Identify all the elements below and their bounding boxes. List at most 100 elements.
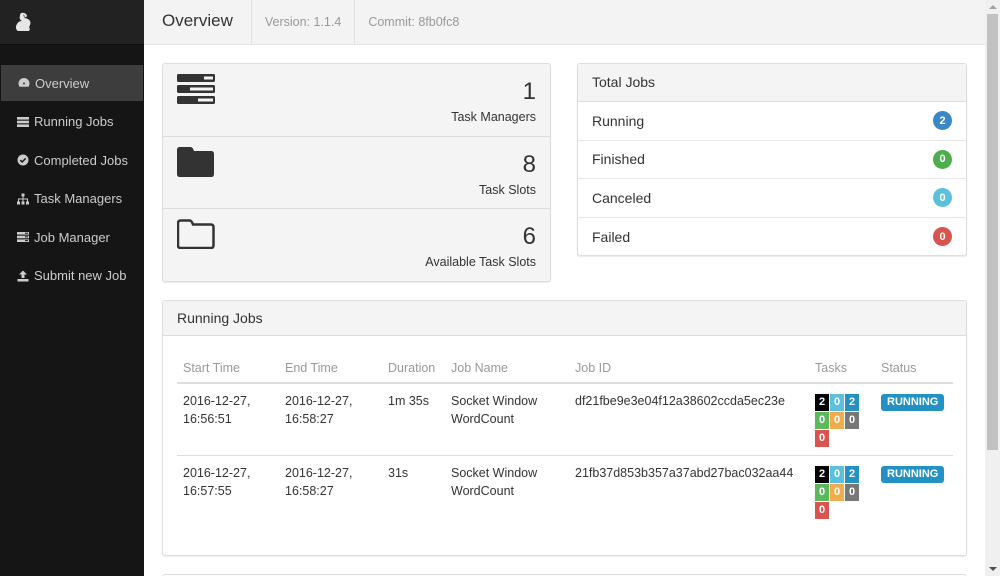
running-jobs-table: Start Time End Time Duration Job Name Jo… (177, 353, 953, 528)
folder-open-icon (177, 219, 215, 249)
column-header-job-name[interactable]: Job Name (445, 353, 569, 384)
status-cell: RUNNING (875, 456, 953, 528)
task-status-grid: 2 0 2 0 0 0 0 (815, 394, 859, 447)
total-jobs-failed: Failed 0 (578, 218, 966, 257)
task-count-running: 2 (845, 466, 859, 483)
end-time-cell: 2016-12-27, 16:58:27 (285, 394, 353, 426)
sidebar-item-running-jobs[interactable]: Running Jobs (0, 104, 144, 140)
status-badge: RUNNING (881, 394, 945, 411)
sidebar-item-task-managers[interactable]: Task Managers (0, 181, 144, 217)
stat-task-slots: 8 Task Slots (163, 137, 550, 209)
task-status-grid: 2 0 2 0 0 0 0 (815, 466, 859, 519)
sidebar-item-submit-new-job[interactable]: Submit new Job (0, 258, 144, 294)
cluster-stats-panel: 1 Task Managers 8 Task Slots 6 Available… (162, 63, 551, 282)
job-name-cell: Socket Window WordCount (451, 394, 538, 426)
flink-squirrel-logo-icon (15, 12, 31, 32)
job-state-label: Finished (592, 151, 645, 168)
sidebar-item-label: Job Manager (34, 229, 110, 245)
task-count-canceling: 0 (830, 484, 844, 501)
brand-logo[interactable] (0, 0, 144, 45)
job-state-label: Running (592, 112, 645, 129)
column-header-end-time[interactable]: End Time (279, 353, 382, 384)
sidebar-item-label: Completed Jobs (34, 152, 128, 168)
sidebar-item-label: Submit new Job (34, 268, 127, 283)
canceled-count-badge: 0 (933, 188, 952, 208)
stat-value: 8 (522, 150, 536, 178)
task-count-canceled: 0 (845, 412, 859, 429)
sitemap-icon (16, 193, 30, 205)
task-count-canceling: 0 (830, 412, 844, 429)
running-count-badge: 2 (933, 111, 952, 131)
dashboard-icon (17, 77, 31, 89)
task-count-total: 2 (815, 466, 829, 483)
sidebar: Overview Running Jobs Completed Jobs Tas… (0, 0, 144, 576)
task-count-failed: 0 (815, 502, 829, 519)
job-id-cell: 21fb37d853b357a37abd27bac032aa44 (575, 466, 794, 480)
commit-label: Commit: 8fb0fc8 (368, 15, 460, 29)
sidebar-nav: Overview Running Jobs Completed Jobs Tas… (0, 65, 144, 294)
job-state-label: Failed (592, 228, 631, 245)
stat-task-managers: 1 Task Managers (163, 64, 550, 137)
status-badge: RUNNING (881, 466, 945, 483)
job-id-cell: df21fbe9e3e04f12a38602ccda5ec23e (575, 394, 785, 408)
duration-cell: 1m 35s (388, 394, 429, 408)
task-count-running: 2 (845, 394, 859, 411)
table-row[interactable]: 2016-12-27, 16:57:55 2016-12-27, 16:58:27 … (177, 456, 953, 528)
total-jobs-panel: Total Jobs Running 2 Finished 0 Canceled… (577, 63, 967, 256)
sidebar-item-overview[interactable]: Overview (1, 65, 143, 101)
sidebar-item-label: Running Jobs (34, 114, 114, 129)
stat-value: 1 (522, 78, 536, 105)
tasks-cell: 2 0 2 0 0 0 0 (809, 383, 875, 456)
tasks-icon (16, 116, 30, 128)
sidebar-item-label: Task Managers (34, 191, 123, 206)
scrollbar-thumb[interactable] (987, 14, 998, 450)
stat-label: Task Managers (451, 110, 536, 124)
end-time-cell: 2016-12-27, 16:58:27 (285, 466, 353, 498)
scroll-up-arrow-icon[interactable] (989, 5, 997, 9)
column-header-job-id[interactable]: Job ID (569, 353, 809, 384)
running-jobs-title: Running Jobs (163, 301, 966, 336)
job-name-cell: Socket Window WordCount (451, 466, 538, 498)
top-bar: Overview Version: 1.1.4 Commit: 8fb0fc8 (144, 0, 985, 45)
table-header-row: Start Time End Time Duration Job Name Jo… (177, 353, 953, 384)
folder-filled-icon (177, 146, 214, 177)
task-count-canceled: 0 (845, 484, 859, 501)
start-time-cell: 2016-12-27, 16:57:55 (183, 466, 251, 498)
total-jobs-title: Total Jobs (578, 64, 966, 102)
task-count-total: 2 (815, 394, 829, 411)
task-count-created: 0 (830, 394, 844, 411)
stat-label: Available Task Slots (425, 255, 536, 269)
running-jobs-panel: Running Jobs Start Time End Time Duratio… (162, 300, 967, 556)
column-header-status[interactable]: Status (875, 353, 953, 384)
column-header-duration[interactable]: Duration (382, 353, 445, 384)
task-count-failed: 0 (815, 430, 829, 447)
server-stack-icon (177, 74, 215, 104)
server-icon (16, 231, 30, 243)
total-jobs-running: Running 2 (578, 102, 966, 141)
finished-count-badge: 0 (933, 149, 952, 169)
stat-label: Task Slots (479, 182, 536, 197)
stat-value: 6 (522, 223, 536, 250)
page-title: Overview (144, 0, 252, 44)
task-count-created: 0 (830, 466, 844, 483)
scroll-down-arrow-icon[interactable] (989, 567, 997, 571)
sidebar-item-completed-jobs[interactable]: Completed Jobs (0, 142, 144, 178)
check-circle-icon (16, 154, 30, 166)
table-row[interactable]: 2016-12-27, 16:56:51 2016-12-27, 16:58:27 … (177, 383, 953, 456)
version-label: Version: 1.1.4 (252, 0, 356, 44)
job-state-label: Canceled (592, 189, 652, 206)
status-cell: RUNNING (875, 383, 953, 456)
total-jobs-finished: Finished 0 (578, 141, 966, 179)
column-header-tasks[interactable]: Tasks (809, 353, 875, 384)
upload-icon (16, 270, 30, 282)
sidebar-item-job-manager[interactable]: Job Manager (0, 219, 144, 255)
tasks-cell: 2 0 2 0 0 0 0 (809, 456, 875, 528)
failed-count-badge: 0 (933, 227, 952, 247)
stat-available-task-slots: 6 Available Task Slots (163, 209, 550, 282)
task-count-finished: 0 (815, 484, 829, 501)
column-header-start-time[interactable]: Start Time (177, 353, 279, 384)
duration-cell: 31s (388, 466, 409, 480)
start-time-cell: 2016-12-27, 16:56:51 (183, 394, 251, 426)
total-jobs-canceled: Canceled 0 (578, 179, 966, 218)
vertical-scrollbar[interactable] (985, 0, 1000, 576)
